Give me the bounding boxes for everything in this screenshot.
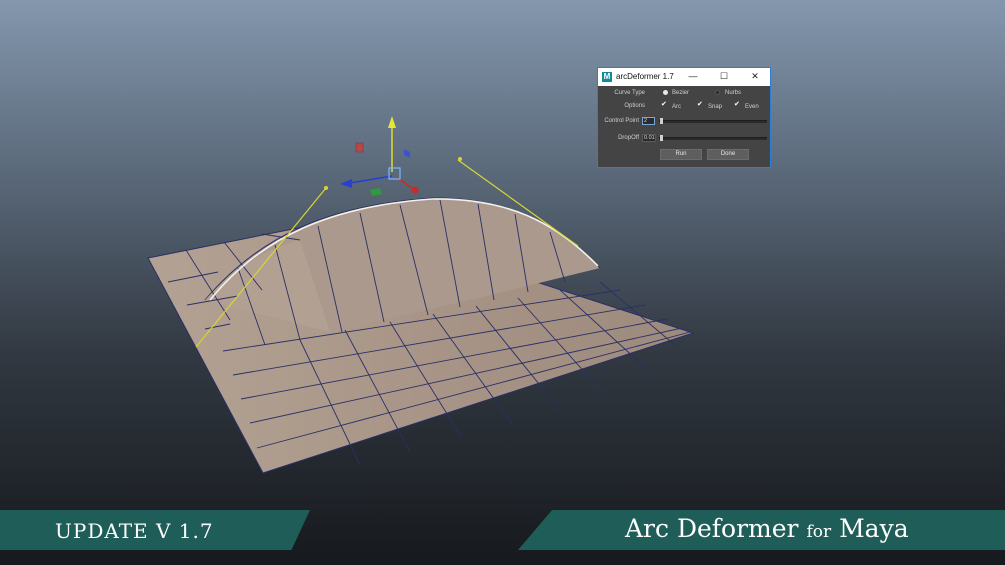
control-point-field[interactable]: 2 (642, 117, 655, 125)
control-point-label: Control Point (604, 118, 639, 124)
close-icon[interactable]: ✕ (748, 70, 762, 83)
arc-deformer-dialog: M arcDeformer 1.7 — ☐ ✕ Curve Type Bezie… (597, 67, 771, 168)
curve-type-label: Curve Type (614, 90, 645, 96)
maya-app-icon: M (602, 72, 612, 82)
move-manipulator-icon[interactable] (340, 116, 419, 196)
run-button[interactable]: Run (660, 149, 702, 160)
dialog-title: arcDeformer 1.7 (616, 72, 674, 81)
options-label: Options (624, 103, 645, 109)
arc-label: Arc (672, 104, 681, 110)
dropoff-slider-handle[interactable] (660, 135, 663, 141)
brand-title: Arc Deformer for Maya (625, 514, 909, 543)
dropoff-slider[interactable] (659, 137, 767, 140)
arc-checkbox[interactable]: ✔ (661, 101, 667, 108)
bezier-label: Bezier (672, 90, 690, 96)
control-point-slider-handle[interactable] (660, 118, 663, 124)
brand-main: Arc Deformer (625, 514, 799, 543)
snap-checkbox[interactable]: ✔ (697, 101, 703, 108)
update-banner: UPDATE V 1.7 (0, 510, 310, 550)
update-version-text: UPDATE V 1.7 (55, 519, 214, 543)
brand-app: Maya (839, 514, 909, 543)
maya-viewport[interactable] (0, 0, 1005, 565)
maximize-icon[interactable]: ☐ (717, 70, 731, 83)
nurbs-radio[interactable] (715, 90, 720, 95)
deformed-plane-mesh[interactable] (147, 197, 695, 474)
dropoff-label: DropOff (618, 135, 639, 141)
brand-banner: Arc Deformer for Maya (518, 510, 1005, 550)
done-button[interactable]: Done (707, 149, 749, 160)
minimize-icon[interactable]: — (686, 70, 700, 83)
dialog-titlebar[interactable]: M arcDeformer 1.7 — ☐ ✕ (598, 68, 770, 86)
even-label: Even (745, 104, 759, 110)
brand-for: for (806, 522, 832, 542)
even-checkbox[interactable]: ✔ (734, 101, 740, 108)
dropoff-field[interactable]: 0.01 (642, 134, 656, 142)
control-point-slider[interactable] (659, 120, 767, 123)
nurbs-label: Nurbs (725, 90, 742, 96)
bezier-radio[interactable] (663, 90, 668, 95)
snap-label: Snap (708, 104, 723, 110)
